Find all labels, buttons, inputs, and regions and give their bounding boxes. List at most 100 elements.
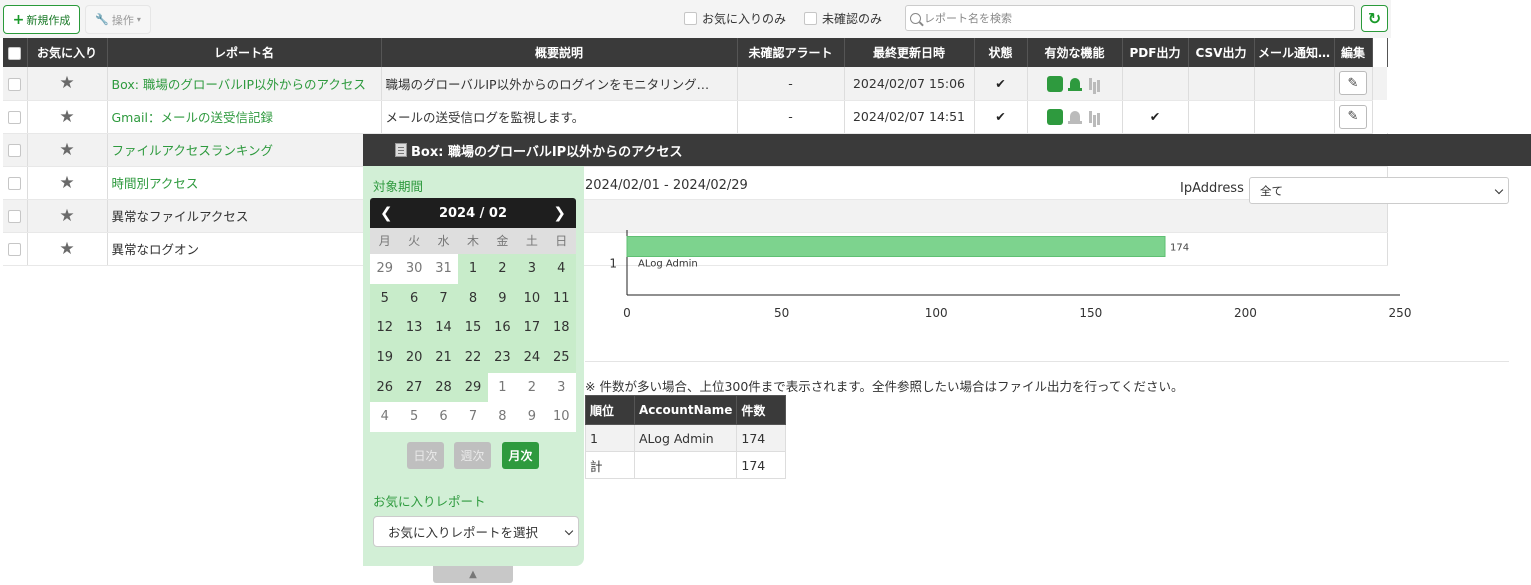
col-last-updated[interactable]: 最終更新日時 bbox=[844, 38, 975, 67]
search-input[interactable]: レポート名を検索 bbox=[905, 5, 1355, 31]
calendar-day[interactable]: 10 bbox=[546, 402, 576, 433]
calendar-day[interactable]: 11 bbox=[546, 283, 576, 314]
calendar-day[interactable]: 1 bbox=[487, 372, 518, 403]
row-name-cell[interactable]: 異常なログオン bbox=[107, 232, 382, 266]
edit-button[interactable]: ✎ bbox=[1339, 104, 1367, 129]
calendar-day[interactable]: 2 bbox=[517, 372, 547, 403]
report-link[interactable]: Box: 職場のグローバルIP以外からのアクセス bbox=[112, 77, 366, 92]
col-description[interactable]: 概要説明 bbox=[381, 38, 738, 67]
calendar-day[interactable]: 10 bbox=[517, 283, 547, 314]
unconfirmed-only-filter[interactable]: 未確認のみ bbox=[804, 10, 882, 27]
col-csv[interactable]: CSV出力 bbox=[1188, 38, 1255, 67]
calendar-day[interactable]: 7 bbox=[458, 402, 488, 433]
daily-button[interactable]: 日次 bbox=[407, 442, 444, 469]
calendar-day[interactable]: 18 bbox=[546, 313, 576, 344]
next-month-icon[interactable]: ❯ bbox=[553, 204, 566, 222]
row-edit-cell: ✎ bbox=[1334, 100, 1373, 134]
refresh-button[interactable]: ↻ bbox=[1361, 5, 1388, 32]
calendar-day[interactable]: 6 bbox=[399, 283, 429, 314]
calendar-day[interactable]: 25 bbox=[546, 343, 576, 373]
table-row[interactable]: ★ Gmail：メールの送受信記録 メールの送受信ログを監視します。 - 202… bbox=[3, 100, 1387, 134]
col-unconfirmed-alert[interactable]: 未確認アラート bbox=[737, 38, 845, 67]
weekday-header: 木 bbox=[458, 228, 488, 254]
unconfirmed-only-checkbox[interactable] bbox=[804, 12, 817, 25]
row-checkbox[interactable] bbox=[8, 77, 22, 91]
calendar-day[interactable]: 6 bbox=[428, 402, 459, 433]
fav-only-filter[interactable]: お気に入りのみ bbox=[684, 10, 786, 27]
ip-filter-select[interactable]: 全て bbox=[1249, 177, 1509, 204]
calendar-day[interactable]: 13 bbox=[399, 313, 429, 344]
calendar-day[interactable]: 2 bbox=[487, 254, 518, 284]
star-icon[interactable]: ★ bbox=[59, 239, 74, 259]
star-icon[interactable]: ★ bbox=[59, 140, 74, 160]
calendar-day[interactable]: 21 bbox=[428, 343, 459, 373]
calendar-day[interactable]: 4 bbox=[546, 254, 576, 284]
new-report-button[interactable]: + 新規作成 bbox=[3, 5, 80, 34]
calendar-day[interactable]: 17 bbox=[517, 313, 547, 344]
calendar-day[interactable]: 4 bbox=[370, 402, 400, 433]
calendar-day[interactable]: 9 bbox=[487, 283, 518, 314]
calendar-day[interactable]: 3 bbox=[546, 372, 576, 403]
col-status[interactable]: 状態 bbox=[974, 38, 1028, 67]
col-pdf[interactable]: PDF出力 bbox=[1122, 38, 1189, 67]
calendar-day[interactable]: 23 bbox=[487, 343, 518, 373]
col-report-name[interactable]: レポート名 bbox=[107, 38, 382, 67]
calendar-day[interactable]: 16 bbox=[487, 313, 518, 344]
calendar-day[interactable]: 1 bbox=[458, 254, 488, 284]
calendar-day[interactable]: 31 bbox=[428, 254, 459, 284]
star-icon[interactable]: ★ bbox=[59, 107, 74, 127]
calendar-day[interactable]: 27 bbox=[399, 372, 429, 403]
operations-button[interactable]: 🔧 操作 ▾ bbox=[85, 5, 151, 34]
calendar-day[interactable]: 5 bbox=[399, 402, 429, 433]
col-favorite[interactable]: お気に入り bbox=[27, 38, 108, 67]
calendar-day[interactable]: 22 bbox=[458, 343, 488, 373]
row-checkbox[interactable] bbox=[8, 243, 22, 256]
calendar-day[interactable]: 5 bbox=[370, 283, 400, 314]
row-checkbox[interactable] bbox=[8, 144, 22, 157]
calendar-day[interactable]: 14 bbox=[428, 313, 459, 344]
col-features[interactable]: 有効な機能 bbox=[1027, 38, 1123, 67]
fav-report-select[interactable]: お気に入りレポートを選択 bbox=[373, 516, 579, 547]
row-updated: 2024/02/07 14:51 bbox=[844, 100, 975, 134]
edit-button[interactable]: ✎ bbox=[1339, 71, 1367, 96]
calendar-day[interactable]: 9 bbox=[517, 402, 547, 433]
row-checkbox[interactable] bbox=[8, 210, 22, 223]
calendar-day[interactable]: 7 bbox=[428, 283, 459, 314]
calendar-day[interactable]: 3 bbox=[517, 254, 547, 284]
row-select-cell bbox=[3, 100, 28, 134]
col-edit[interactable]: 編集 bbox=[1334, 38, 1373, 67]
select-all-cell bbox=[3, 38, 28, 67]
calendar-day[interactable]: 30 bbox=[399, 254, 429, 284]
account-bar-chart: 174 ALog Admin 1 0 50 100 150 200 250 bbox=[609, 230, 1411, 320]
calendar-day[interactable]: 24 bbox=[517, 343, 547, 373]
row-name-cell[interactable]: 異常なファイルアクセス bbox=[107, 199, 382, 233]
prev-month-icon[interactable]: ❮ bbox=[380, 204, 393, 222]
row-checkbox[interactable] bbox=[8, 111, 22, 124]
table-row[interactable]: ★ Box: 職場のグローバルIP以外からのアクセス 職場のグローバルIP以外か… bbox=[3, 67, 1387, 101]
calendar-day[interactable]: 29 bbox=[370, 254, 400, 284]
calendar-day[interactable]: 12 bbox=[370, 313, 400, 344]
collapse-sidebar-button[interactable]: ▲ bbox=[433, 566, 513, 583]
report-link[interactable]: ファイルアクセスランキング bbox=[112, 143, 274, 158]
calendar-day[interactable]: 26 bbox=[370, 372, 400, 403]
report-link[interactable]: Gmail：メールの送受信記録 bbox=[112, 110, 273, 125]
star-icon[interactable]: ★ bbox=[59, 73, 74, 93]
calendar-day[interactable]: 15 bbox=[458, 313, 488, 344]
calendar-day[interactable]: 20 bbox=[399, 343, 429, 373]
star-icon[interactable]: ★ bbox=[59, 173, 74, 193]
calendar-day[interactable]: 19 bbox=[370, 343, 400, 373]
calendar-day[interactable]: 28 bbox=[428, 372, 459, 403]
col-mail[interactable]: メール通知… bbox=[1254, 38, 1335, 67]
calendar-day[interactable]: 29 bbox=[458, 372, 488, 403]
limit-note: ※ 件数が多い場合、上位300件まで表示されます。全件参照したい場合はファイル出… bbox=[585, 379, 1184, 394]
calendar-day[interactable]: 8 bbox=[458, 283, 488, 314]
calendar-day[interactable]: 8 bbox=[487, 402, 518, 433]
row-checkbox[interactable] bbox=[8, 177, 22, 190]
weekday-header: 水 bbox=[428, 228, 459, 254]
select-all-checkbox[interactable] bbox=[8, 46, 22, 60]
fav-only-checkbox[interactable] bbox=[684, 12, 697, 25]
weekly-button[interactable]: 週次 bbox=[454, 442, 491, 469]
monthly-button[interactable]: 月次 bbox=[502, 442, 539, 469]
star-icon[interactable]: ★ bbox=[59, 206, 74, 226]
report-link[interactable]: 時間別アクセス bbox=[112, 176, 199, 191]
